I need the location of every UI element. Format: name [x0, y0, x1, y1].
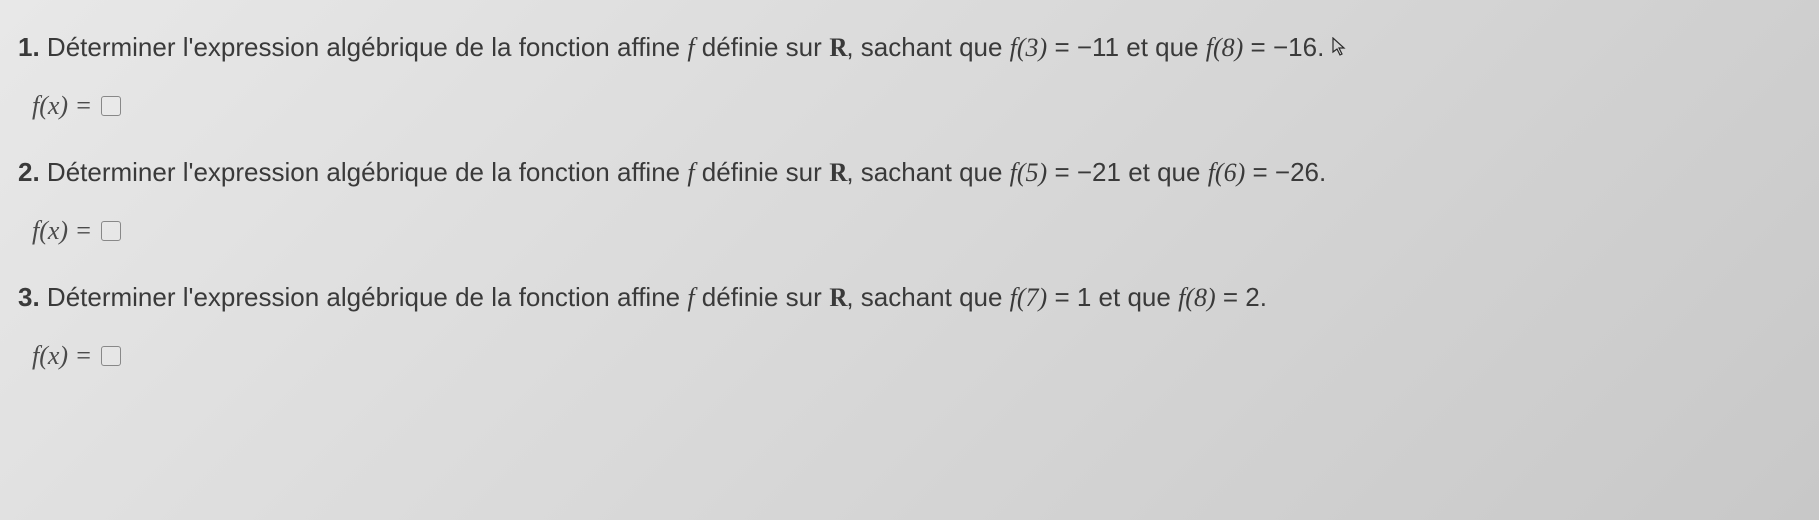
answer-input-1[interactable]: [101, 96, 121, 116]
condition-1-rhs: −11: [1077, 32, 1119, 62]
function-symbol: f: [687, 158, 694, 187]
equals-sign: =: [1216, 282, 1246, 312]
problem-1-statement: 1. Déterminer l'expression algébrique de…: [18, 28, 1801, 67]
equals-sign: =: [1047, 157, 1077, 187]
condition-1-lhs: f(3): [1010, 33, 1048, 62]
function-symbol: f: [687, 283, 694, 312]
period: .: [1260, 282, 1267, 312]
real-set-symbol: R: [829, 153, 846, 192]
condition-2-lhs: f(8): [1206, 33, 1244, 62]
problem-prefix: Déterminer l'expression algébrique de la…: [47, 32, 687, 62]
answer-lhs: f(x): [32, 341, 68, 370]
cursor-icon: [1332, 32, 1348, 62]
answer-equals: =: [68, 91, 92, 120]
answer-line-2: f(x) =: [32, 216, 1801, 246]
answer-equals: =: [68, 216, 92, 245]
mid-text-2: , sachant que: [846, 282, 1009, 312]
problem-prefix: Déterminer l'expression algébrique de la…: [47, 157, 687, 187]
problem-1: 1. Déterminer l'expression algébrique de…: [18, 28, 1801, 121]
mid-text-1: définie sur: [695, 282, 829, 312]
problem-2-statement: 2. Déterminer l'expression algébrique de…: [18, 153, 1801, 192]
condition-2-lhs: f(8): [1178, 283, 1216, 312]
mid-text-1: définie sur: [695, 32, 829, 62]
real-set-symbol: R: [829, 28, 846, 67]
equals-sign: =: [1245, 157, 1275, 187]
answer-equals: =: [68, 341, 92, 370]
equals-sign: =: [1047, 32, 1077, 62]
problem-number: 3.: [18, 282, 40, 312]
condition-2-rhs: 2: [1245, 282, 1259, 312]
function-symbol: f: [687, 33, 694, 62]
condition-1-rhs: −21: [1077, 157, 1121, 187]
answer-lhs: f(x): [32, 216, 68, 245]
condition-1-lhs: f(7): [1010, 283, 1048, 312]
period: .: [1317, 32, 1324, 62]
problem-3: 3. Déterminer l'expression algébrique de…: [18, 278, 1801, 371]
conjunction: et que: [1091, 282, 1178, 312]
mid-text-2: , sachant que: [846, 32, 1009, 62]
answer-input-2[interactable]: [101, 221, 121, 241]
problem-prefix: Déterminer l'expression algébrique de la…: [47, 282, 687, 312]
mid-text-2: , sachant que: [846, 157, 1009, 187]
equals-sign: =: [1243, 32, 1273, 62]
condition-1-lhs: f(5): [1010, 158, 1048, 187]
problem-2: 2. Déterminer l'expression algébrique de…: [18, 153, 1801, 246]
equals-sign: =: [1047, 282, 1077, 312]
problem-3-statement: 3. Déterminer l'expression algébrique de…: [18, 278, 1801, 317]
answer-line-3: f(x) =: [32, 341, 1801, 371]
period: .: [1319, 157, 1326, 187]
condition-2-lhs: f(6): [1208, 158, 1246, 187]
answer-input-3[interactable]: [101, 346, 121, 366]
real-set-symbol: R: [829, 278, 846, 317]
condition-2-rhs: −26: [1275, 157, 1319, 187]
problem-number: 1.: [18, 32, 40, 62]
problem-number: 2.: [18, 157, 40, 187]
answer-line-1: f(x) =: [32, 91, 1801, 121]
mid-text-1: définie sur: [695, 157, 829, 187]
conjunction: et que: [1121, 157, 1208, 187]
condition-2-rhs: −16: [1273, 32, 1317, 62]
conjunction: et que: [1119, 32, 1206, 62]
condition-1-rhs: 1: [1077, 282, 1091, 312]
answer-lhs: f(x): [32, 91, 68, 120]
